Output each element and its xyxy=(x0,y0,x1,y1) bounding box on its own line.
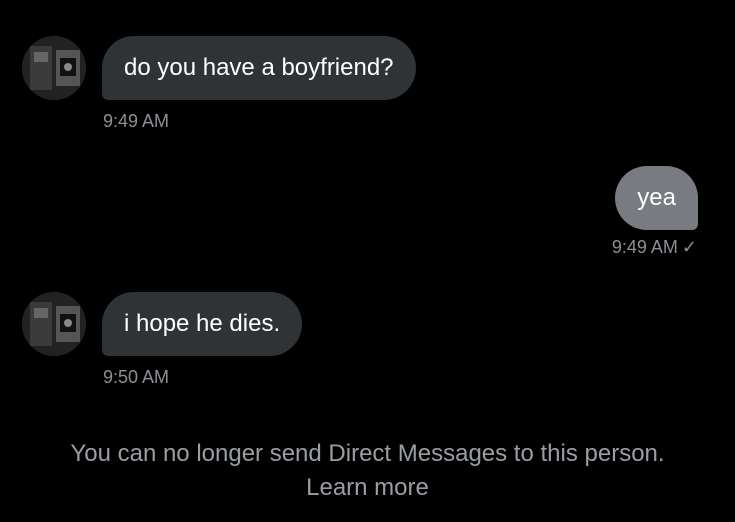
avatar[interactable] xyxy=(22,292,86,356)
avatar-image xyxy=(22,292,86,356)
message-timestamp: 9:50 AM xyxy=(103,367,170,387)
message-bubble-incoming[interactable]: do you have a boyfriend? xyxy=(102,36,416,100)
message-bubble-outgoing[interactable]: yea xyxy=(615,166,698,230)
message-bubble-incoming[interactable]: i hope he dies. xyxy=(102,292,303,356)
check-icon: ✓ xyxy=(681,237,697,257)
avatar[interactable] xyxy=(22,36,86,100)
message-timestamp: 9:49 AM xyxy=(103,111,170,131)
message-timestamp-outgoing: 9:49 AM ✓ xyxy=(612,236,697,258)
message-time: 9:49 AM xyxy=(611,237,678,257)
avatar-image xyxy=(22,36,86,100)
blocked-notice: You can no longer send Direct Messages t… xyxy=(70,440,665,467)
learn-more-link[interactable]: Learn more xyxy=(0,472,735,504)
